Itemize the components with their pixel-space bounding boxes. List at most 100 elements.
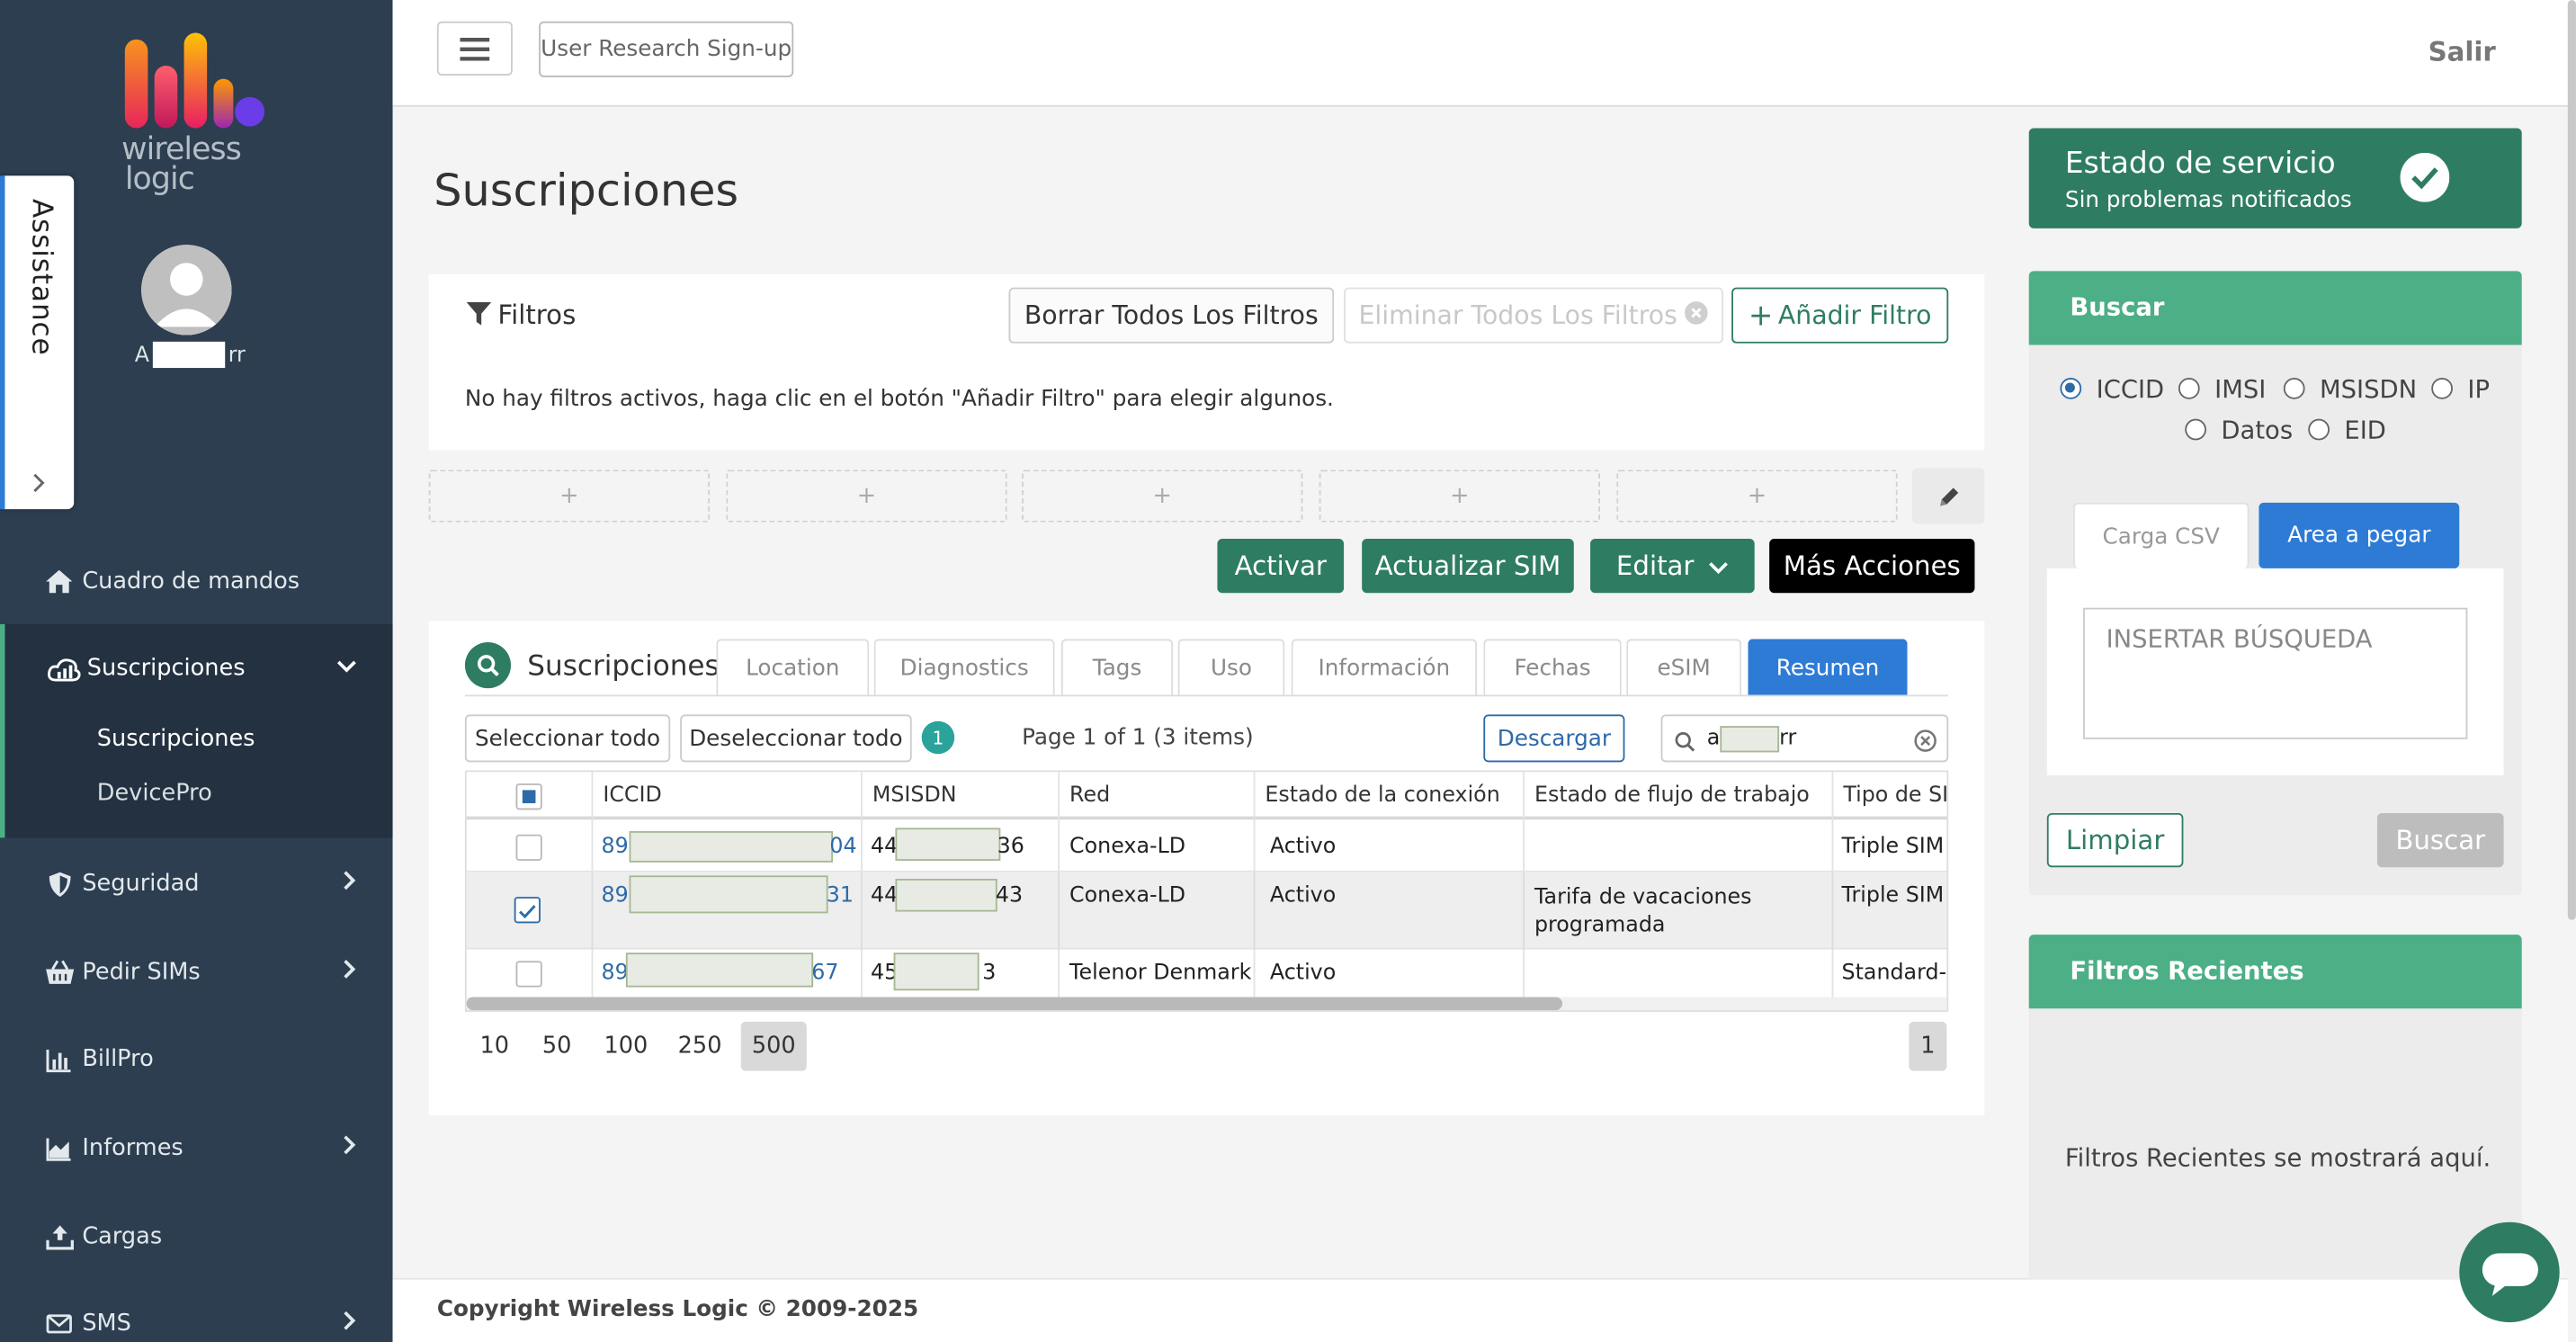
service-status-card[interactable]: Estado de servicio Sin problemas notific… bbox=[2028, 128, 2522, 228]
radio-label-imsi[interactable]: IMSI bbox=[2214, 374, 2266, 404]
sidebar-item-reports[interactable]: Informes bbox=[0, 1115, 393, 1181]
column-header-workflow-status[interactable]: Estado de flujo de trabajo bbox=[1525, 772, 1834, 820]
avatar[interactable] bbox=[141, 245, 232, 336]
tab-informacion[interactable]: Información bbox=[1291, 639, 1478, 695]
subscriptions-title: Suscripciones bbox=[527, 650, 720, 684]
radio-msisdn[interactable] bbox=[2283, 378, 2305, 399]
column-header-network[interactable]: Red bbox=[1060, 772, 1256, 820]
redacted-block bbox=[629, 875, 828, 914]
tab-resumen[interactable]: Resumen bbox=[1748, 639, 1908, 695]
tab-paste-area[interactable]: Area a pegar bbox=[2258, 502, 2460, 568]
tab-fechas[interactable]: Fechas bbox=[1483, 639, 1622, 695]
clear-circle-icon bbox=[1684, 300, 1708, 331]
select-all-button[interactable]: Seleccionar todo bbox=[464, 714, 671, 763]
menu-toggle-button[interactable] bbox=[436, 21, 513, 76]
tabs-baseline bbox=[464, 694, 1949, 697]
edit-dropdown-button[interactable]: Editar bbox=[1590, 538, 1755, 594]
row-checkbox[interactable] bbox=[515, 834, 542, 861]
sidebar-item-security[interactable]: Seguridad bbox=[0, 851, 393, 917]
radio-iccid[interactable] bbox=[2060, 378, 2082, 399]
filter-slot[interactable]: + bbox=[428, 470, 711, 523]
column-header-sim-type[interactable]: Tipo de SIM bbox=[1833, 772, 1946, 819]
chat-button[interactable] bbox=[2459, 1221, 2560, 1323]
chevron-right-icon bbox=[344, 871, 357, 897]
sidebar-item-subscriptions[interactable]: Suscripciones bbox=[0, 636, 393, 702]
iccid-end[interactable]: 31 bbox=[827, 883, 854, 908]
radio-eid[interactable] bbox=[2308, 418, 2330, 441]
row-checkbox[interactable] bbox=[515, 961, 542, 988]
clear-all-filters-button[interactable]: Borrar Todos Los Filtros bbox=[1008, 287, 1335, 344]
page-size-500[interactable]: 500 bbox=[740, 1021, 807, 1071]
search-panel-header: Buscar bbox=[2028, 271, 2522, 345]
edit-slots-button[interactable] bbox=[1912, 468, 1985, 524]
iccid-end[interactable]: 04 bbox=[829, 835, 856, 859]
iccid-end[interactable]: 67 bbox=[811, 961, 838, 985]
row-checkbox-checked[interactable] bbox=[514, 897, 541, 924]
network-cell: Telenor Denmark bbox=[1069, 961, 1252, 986]
page-size-100[interactable]: 100 bbox=[595, 1022, 657, 1071]
clear-search-icon[interactable] bbox=[1914, 728, 1937, 759]
sim-type-cell: Triple SIM bbox=[1841, 883, 1945, 908]
radio-datos[interactable] bbox=[2185, 418, 2206, 441]
search-textarea[interactable]: INSERTAR BÚSQUEDA bbox=[2083, 607, 2468, 739]
column-header-iccid[interactable]: ICCID bbox=[593, 772, 863, 820]
filter-slot[interactable]: + bbox=[1022, 470, 1303, 523]
sidebar-subitem-devicepro[interactable]: DevicePro bbox=[97, 780, 212, 806]
activate-button[interactable]: Activar bbox=[1217, 538, 1345, 594]
sidebar-item-uploads[interactable]: Cargas bbox=[0, 1204, 393, 1270]
add-filter-button[interactable]: + Añadir Filtro bbox=[1731, 287, 1949, 344]
chat-bubble-icon bbox=[2481, 1252, 2538, 1295]
filter-slot[interactable]: + bbox=[726, 470, 1007, 523]
hamburger-icon bbox=[460, 37, 490, 60]
connection-status-cell: Activo bbox=[1269, 883, 1337, 908]
remove-all-filters-button[interactable]: Eliminar Todos Los Filtros bbox=[1344, 287, 1723, 344]
download-button[interactable]: Descargar bbox=[1483, 714, 1625, 763]
page-scrollbar[interactable] bbox=[2567, 0, 2576, 920]
sidebar-item-dashboard[interactable]: Cuadro de mandos bbox=[0, 549, 393, 614]
tab-esim[interactable]: eSIM bbox=[1626, 639, 1742, 695]
column-header-connection-status[interactable]: Estado de la conexión bbox=[1255, 772, 1525, 820]
sidebar-subitem-suscripciones[interactable]: Suscripciones bbox=[97, 726, 255, 752]
sidebar-item-billpro[interactable]: BillPro bbox=[0, 1026, 393, 1092]
radio-label-datos[interactable]: Datos bbox=[2221, 416, 2293, 445]
header-checkbox[interactable] bbox=[515, 783, 542, 810]
page-size-250[interactable]: 250 bbox=[668, 1022, 730, 1071]
tab-tags[interactable]: Tags bbox=[1060, 639, 1174, 695]
radio-ip[interactable] bbox=[2431, 378, 2453, 399]
deselect-all-button[interactable]: Deseleccionar todo bbox=[680, 714, 912, 763]
logout-link[interactable]: Salir bbox=[2428, 36, 2496, 67]
chevron-right-icon[interactable] bbox=[33, 468, 47, 499]
tab-location[interactable]: Location bbox=[716, 639, 870, 695]
chevron-right-icon bbox=[344, 960, 357, 986]
add-filter-label: Añadir Filtro bbox=[1777, 300, 1932, 331]
user-research-signup-button[interactable]: User Research Sign-up bbox=[539, 21, 794, 77]
filter-slot[interactable]: + bbox=[1616, 470, 1898, 523]
sidebar-item-order-sims[interactable]: Pedir SIMs bbox=[0, 940, 393, 1006]
tab-uso[interactable]: Uso bbox=[1177, 639, 1285, 695]
filter-icon bbox=[466, 302, 492, 334]
table-scrollbar-thumb[interactable] bbox=[466, 997, 1563, 1011]
clear-button[interactable]: Limpiar bbox=[2046, 812, 2184, 868]
more-actions-button[interactable]: Más Acciones bbox=[1769, 538, 1975, 594]
service-status-title: Estado de servicio bbox=[2064, 146, 2336, 181]
assistance-tab[interactable]: Assistance bbox=[0, 175, 75, 510]
radio-label-msisdn[interactable]: MSISDN bbox=[2320, 374, 2417, 404]
sidebar-item-label: Informes bbox=[82, 1134, 183, 1162]
radio-label-eid[interactable]: EID bbox=[2344, 416, 2385, 445]
page-size-50[interactable]: 50 bbox=[531, 1022, 583, 1071]
page-size-10[interactable]: 10 bbox=[469, 1022, 521, 1071]
table-search-input[interactable]: a rr bbox=[1660, 714, 1949, 763]
search-submit-button[interactable]: Buscar bbox=[2376, 812, 2504, 868]
wireless-logic-logo[interactable]: wireless logic bbox=[119, 30, 270, 201]
update-sim-button[interactable]: Actualizar SIM bbox=[1362, 538, 1574, 594]
radio-label-iccid[interactable]: ICCID bbox=[2097, 374, 2165, 404]
tab-csv-upload[interactable]: Carga CSV bbox=[2073, 502, 2250, 568]
page-1-button[interactable]: 1 bbox=[1909, 1021, 1947, 1071]
tab-diagnostics[interactable]: Diagnostics bbox=[873, 639, 1055, 695]
radio-imsi[interactable] bbox=[2178, 378, 2200, 399]
filter-slot[interactable]: + bbox=[1319, 470, 1601, 523]
iccid-start[interactable]: 89 bbox=[601, 961, 628, 985]
sidebar-item-sms[interactable]: SMS bbox=[0, 1291, 393, 1342]
radio-label-ip[interactable]: IP bbox=[2467, 374, 2490, 404]
column-header-msisdn[interactable]: MSISDN bbox=[863, 772, 1060, 820]
